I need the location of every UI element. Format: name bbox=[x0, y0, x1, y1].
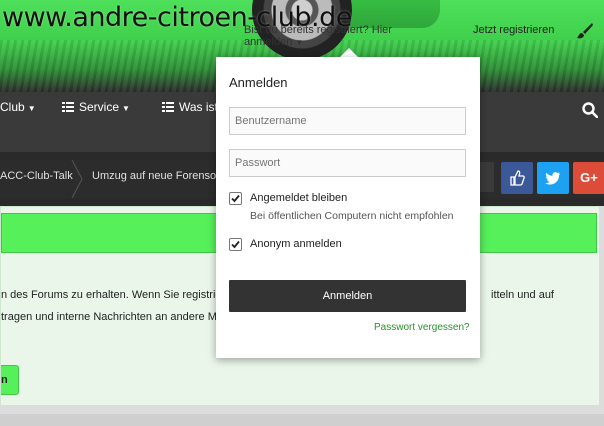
remember-me-hint: Bei öffentlichen Computern nicht empfohl… bbox=[250, 210, 454, 222]
facebook-like-button[interactable] bbox=[501, 162, 533, 194]
list-icon bbox=[162, 102, 174, 112]
nav-item-label: Club bbox=[0, 100, 25, 114]
popup-title: Anmelden bbox=[229, 75, 288, 90]
nav-item-was-ist[interactable]: Was ist bbox=[162, 100, 218, 114]
notice-text-line: n des Forums zu erhalten. Wenn Sie regis… bbox=[1, 289, 226, 301]
search-icon[interactable] bbox=[582, 102, 598, 118]
list-icon bbox=[62, 102, 74, 112]
register-link[interactable]: Jetzt registrieren bbox=[473, 24, 554, 44]
thumbs-up-icon bbox=[510, 170, 525, 186]
twitter-share-button[interactable] bbox=[537, 162, 569, 194]
nav-item-club[interactable]: Club ▼ bbox=[0, 100, 36, 114]
forgot-password-link[interactable]: Passwort vergessen? bbox=[374, 322, 470, 333]
breadcrumb-item[interactable]: Umzug auf neue Forensof bbox=[92, 170, 219, 182]
breadcrumb-separator bbox=[71, 160, 83, 198]
register-button[interactable]: n bbox=[1, 365, 19, 395]
password-input[interactable] bbox=[229, 149, 466, 177]
nav-item-label: Service bbox=[79, 100, 120, 114]
notice-text-line: itteln und auf bbox=[491, 289, 554, 301]
breadcrumb-item[interactable]: ACC-Club-Talk bbox=[0, 170, 73, 182]
login-submit-button[interactable]: Anmelden bbox=[229, 280, 466, 312]
notice-text-line: tragen und interne Nachrichten an andere… bbox=[1, 311, 220, 323]
chevron-down-icon: ▼ bbox=[27, 104, 36, 113]
remember-me-checkbox[interactable] bbox=[229, 192, 242, 205]
checkmark-icon bbox=[231, 194, 240, 203]
login-link[interactable]: Bist du bereits registriert? Hier anmeld… bbox=[244, 24, 454, 48]
nav-item-service[interactable]: Service ▼ bbox=[62, 100, 130, 114]
anonymous-login-checkbox[interactable] bbox=[229, 238, 242, 251]
username-input[interactable] bbox=[229, 107, 466, 135]
twitter-icon bbox=[545, 172, 560, 185]
remember-me-label[interactable]: Angemeldet bleiben bbox=[250, 192, 347, 204]
chevron-down-icon: ▼ bbox=[295, 38, 304, 47]
chevron-down-icon: ▼ bbox=[122, 104, 130, 113]
brush-icon[interactable] bbox=[576, 22, 594, 40]
anonymous-login-label[interactable]: Anonym anmelden bbox=[250, 238, 342, 250]
googleplus-share-button[interactable]: G+ bbox=[573, 162, 604, 194]
nav-item-label: Was ist bbox=[179, 100, 218, 114]
checkmark-icon bbox=[231, 240, 240, 249]
login-popup: Anmelden Angemeldet bleiben Bei öffentli… bbox=[216, 57, 480, 358]
page-footer-edge bbox=[0, 414, 604, 426]
